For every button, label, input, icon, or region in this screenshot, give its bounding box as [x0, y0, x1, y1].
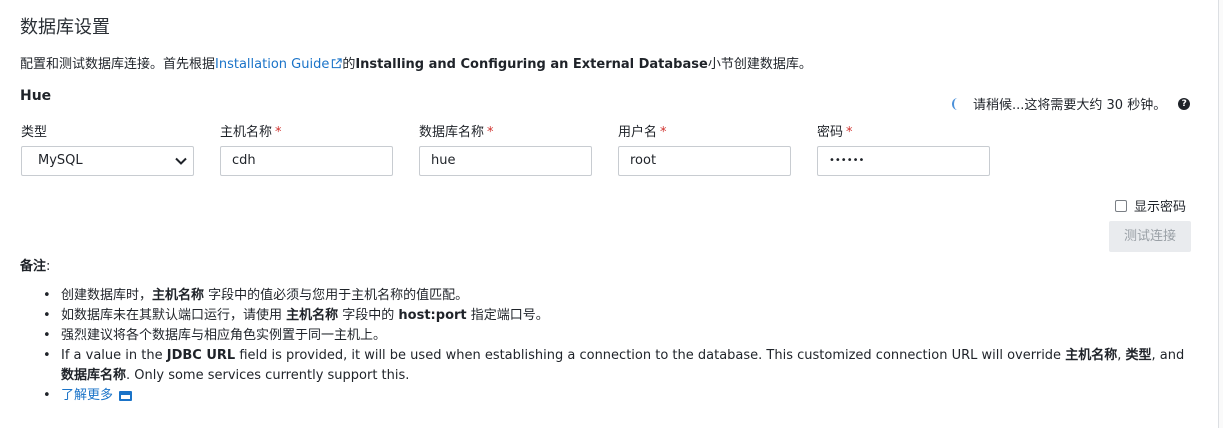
notes-title: 备注:	[20, 255, 50, 274]
installation-guide-link-label[interactable]: Installation Guide	[215, 57, 329, 72]
note-bold: 数据库名称	[61, 368, 127, 383]
scrollbar-edge	[1218, 0, 1223, 428]
field-host: 主机名称 * cdh	[220, 121, 393, 176]
page-title: 数据库设置	[20, 17, 110, 38]
note-bold: JDBC URL	[166, 348, 236, 363]
status-text: 请稍候...这将需要大约 30 秒钟。	[973, 98, 1167, 113]
user-label-text: 用户名	[618, 125, 658, 140]
dbname-label: 数据库名称 *	[419, 121, 494, 140]
required-marker: *	[846, 125, 853, 140]
intro-prefix: 配置和测试数据库连接。首先根据	[20, 57, 216, 72]
learn-more-link[interactable]: 了解更多	[61, 388, 133, 403]
host-label: 主机名称 *	[220, 121, 282, 140]
note-bold: 主机名称	[152, 288, 205, 303]
note-text: field is provided, it will be used when …	[235, 348, 1066, 363]
type-label-text: 类型	[21, 125, 48, 140]
external-link-icon	[332, 58, 342, 69]
type-select[interactable]: MySQL	[21, 146, 194, 176]
show-password-toggle[interactable]: 显示密码	[1115, 196, 1186, 215]
note-text: 字段中的	[338, 308, 399, 323]
password-input[interactable]: ••••••	[817, 146, 990, 176]
note-text: 创建数据库时，	[61, 288, 153, 303]
note-text: 如数据库未在其默认端口运行，请使用	[61, 308, 287, 323]
note-text: 指定端口号。	[466, 308, 549, 323]
test-connection-button[interactable]: 测试连接	[1109, 221, 1191, 252]
required-marker: *	[660, 125, 667, 140]
loading-spinner-icon	[952, 97, 963, 110]
password-label: 密码 *	[817, 121, 853, 140]
required-marker: *	[275, 125, 282, 140]
note-text: If a value in the	[61, 348, 167, 363]
field-type: 类型 MySQL	[21, 121, 194, 176]
required-marker: *	[487, 125, 494, 140]
intro-mid: 的	[342, 57, 356, 72]
question-circle-icon[interactable]: ?	[1178, 97, 1191, 110]
connection-status: 请稍候...这将需要大约 30 秒钟。 ?	[952, 94, 1191, 113]
note-bold: host:port	[398, 308, 467, 323]
note-bold: 类型	[1125, 348, 1152, 363]
list-item: 如数据库未在其默认端口运行，请使用 主机名称 字段中的 host:port 指定…	[43, 306, 1193, 326]
field-dbname: 数据库名称 * hue	[419, 121, 592, 176]
intro-text: 配置和测试数据库连接。首先根据Installation Guide 的Instal…	[20, 53, 812, 72]
type-select-value: MySQL	[38, 153, 83, 168]
note-bold: 主机名称	[1065, 348, 1118, 363]
chevron-down-icon	[175, 157, 187, 165]
note-text: . Only some services currently support t…	[126, 368, 410, 383]
show-password-checkbox[interactable]	[1115, 199, 1127, 212]
intro-suffix: 小节创建数据库。	[707, 57, 812, 72]
password-label-text: 密码	[817, 125, 844, 140]
dbname-label-text: 数据库名称	[419, 125, 485, 140]
notes-title-colon: :	[46, 259, 51, 274]
notes-title-text: 备注	[20, 259, 47, 274]
list-item: 创建数据库时，主机名称 字段中的值必须与您用于主机名称的值匹配。	[43, 286, 1193, 306]
field-password: 密码 * ••••••	[817, 121, 990, 176]
new-window-icon	[119, 391, 133, 401]
service-name: Hue	[20, 88, 52, 104]
host-input[interactable]: cdh	[220, 146, 393, 176]
list-item: 了解更多	[43, 386, 1193, 406]
field-user: 用户名 * root	[618, 121, 791, 176]
list-item: If a value in the JDBC URL field is prov…	[43, 346, 1193, 386]
installation-guide-link[interactable]: Installation Guide	[215, 57, 342, 72]
note-bold: 主机名称	[286, 308, 339, 323]
type-label: 类型	[21, 121, 48, 140]
intro-section-name: Installing and Configuring an External D…	[355, 57, 708, 72]
notes-list: 创建数据库时，主机名称 字段中的值必须与您用于主机名称的值匹配。 如数据库未在其…	[43, 286, 1193, 406]
user-label: 用户名 *	[618, 121, 667, 140]
host-label-text: 主机名称	[220, 125, 273, 140]
note-text: , and	[1151, 348, 1185, 363]
dbname-input[interactable]: hue	[419, 146, 592, 176]
show-password-label: 显示密码	[1134, 200, 1187, 215]
user-input[interactable]: root	[618, 146, 791, 176]
note-text: 字段中的值必须与您用于主机名称的值匹配。	[204, 288, 469, 303]
learn-more-label[interactable]: 了解更多	[61, 388, 113, 403]
list-item: 强烈建议将各个数据库与相应角色实例置于同一主机上。	[43, 326, 1193, 346]
note-text: 强烈建议将各个数据库与相应角色实例置于同一主机上。	[61, 328, 387, 343]
